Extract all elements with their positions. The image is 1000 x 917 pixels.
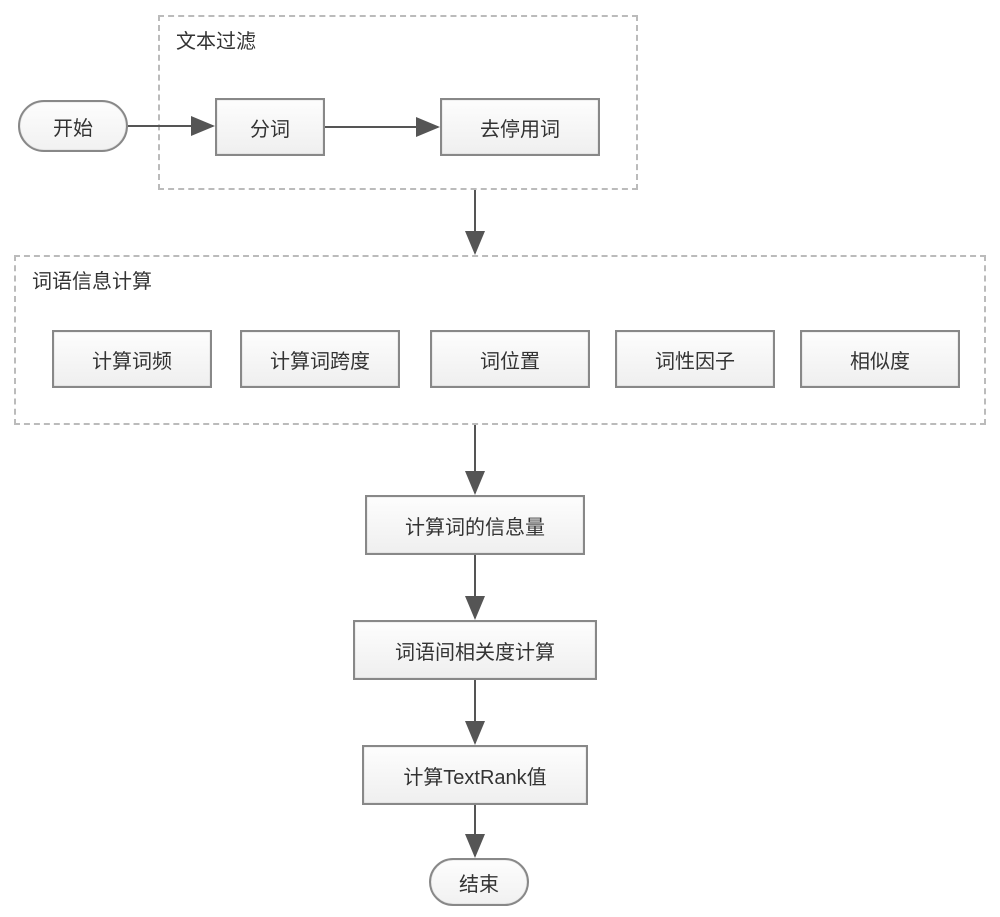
node-posf-label: 词性因子 [655,345,735,374]
node-textrank: 计算TextRank值 [362,745,588,805]
node-posf: 词性因子 [615,330,775,388]
node-tf-label: 计算词频 [92,345,172,374]
node-tokenize: 分词 [215,98,325,156]
node-pos-label: 词位置 [480,345,540,374]
node-infoamt: 计算词的信息量 [365,495,585,555]
node-rel-label: 词语间相关度计算 [395,636,555,665]
node-infoamt-label: 计算词的信息量 [405,511,545,540]
node-pos: 词位置 [430,330,590,388]
node-textrank-label: 计算TextRank值 [403,761,546,790]
node-end: 结束 [429,858,529,906]
node-tokenize-label: 分词 [250,113,290,142]
node-end-label: 结束 [459,868,499,897]
group-word-info-label: 词语信息计算 [32,265,152,294]
node-tf: 计算词频 [52,330,212,388]
node-sim-label: 相似度 [850,345,910,374]
node-start-label: 开始 [53,112,93,141]
node-stopwords-label: 去停用词 [480,113,560,142]
node-start: 开始 [18,100,128,152]
node-span: 计算词跨度 [240,330,400,388]
node-rel: 词语间相关度计算 [353,620,597,680]
group-text-filter-label: 文本过滤 [176,25,256,54]
node-span-label: 计算词跨度 [270,345,370,374]
node-sim: 相似度 [800,330,960,388]
node-stopwords: 去停用词 [440,98,600,156]
